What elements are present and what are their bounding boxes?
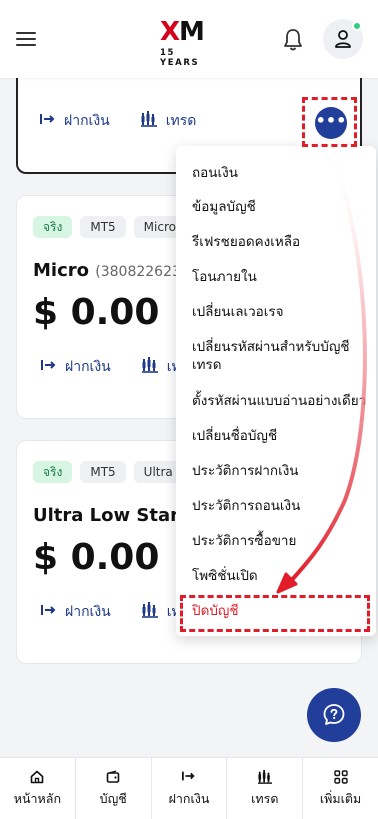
nav-home[interactable]: หน้าหลัก — [0, 758, 76, 819]
menu-item-trade-history[interactable]: ประวัติการซื้อขาย — [192, 532, 370, 550]
grid-icon — [303, 770, 378, 786]
deposit-icon — [152, 770, 227, 786]
top-header: XM 15 YEARS — [0, 0, 378, 78]
badge-platform: MT5 — [80, 216, 126, 238]
menu-item-refresh-balance[interactable]: รีเฟรชยอดคงเหลือ — [192, 233, 370, 251]
deposit-link[interactable]: ฝากเงิน — [41, 601, 111, 623]
chat-help-icon — [323, 704, 345, 725]
bottom-navigation: หน้าหลัก บัญชี ฝากเงิน เทรด เพิ่มเติม — [0, 757, 378, 819]
more-options-button[interactable]: ••• — [315, 107, 347, 139]
badge-platform: MT5 — [80, 461, 126, 483]
menu-item-rename-account[interactable]: เปลี่ยนชื่อบัญชี — [192, 427, 370, 445]
account-balance: $ 0.00 — [33, 537, 160, 578]
badge-real: จริง — [33, 216, 73, 238]
bell-icon[interactable] — [282, 28, 304, 52]
trade-link[interactable]: เทรด — [140, 110, 196, 132]
deposit-arrow-icon — [40, 113, 56, 129]
nav-accounts[interactable]: บัญชี — [76, 758, 152, 819]
nav-trade[interactable]: เทรด — [227, 758, 304, 819]
wallet-icon — [76, 770, 151, 786]
nav-more[interactable]: เพิ่มเติม — [303, 758, 378, 819]
xm-logo[interactable]: XM 15 YEARS — [160, 19, 218, 68]
menu-item-change-trading-password[interactable]: เปลี่ยนรหัสผ่านสำหรับบัญชีเทรด — [192, 338, 370, 374]
deposit-link[interactable]: ฝากเงิน — [41, 356, 111, 378]
account-options-menu: ถอนเงิน ข้อมูลบัญชี รีเฟรชยอดคงเหลือ โอน… — [176, 146, 376, 636]
candlestick-icon — [141, 602, 159, 622]
account-balance: $ 0.00 — [33, 292, 160, 333]
account-name: Micro (380822623) — [33, 260, 187, 281]
menu-item-internal-transfer[interactable]: โอนภายใน — [192, 268, 370, 286]
badge-real: จริง — [33, 461, 73, 483]
deposit-arrow-icon — [41, 359, 57, 375]
menu-item-close-account[interactable]: ปิดบัญชี — [192, 602, 370, 620]
candlestick-icon — [141, 357, 159, 377]
nav-deposit[interactable]: ฝากเงิน — [152, 758, 228, 819]
chart-icon — [227, 770, 302, 786]
candlestick-icon — [140, 111, 158, 131]
menu-item-deposit-history[interactable]: ประวัติการฝากเงิน — [192, 462, 370, 480]
menu-item-account-info[interactable]: ข้อมูลบัญชี — [192, 198, 370, 216]
hamburger-menu-icon[interactable] — [16, 30, 38, 48]
menu-item-open-positions[interactable]: โพซิชั่นเปิด — [192, 567, 370, 585]
deposit-arrow-icon — [41, 604, 57, 620]
account-number: (380822623) — [95, 264, 187, 280]
live-chat-button[interactable] — [307, 688, 361, 742]
user-icon — [335, 30, 351, 48]
menu-item-change-leverage[interactable]: เปลี่ยนเลเวอเรจ — [192, 303, 370, 321]
online-status-dot — [352, 21, 362, 31]
menu-item-withdraw-history[interactable]: ประวัติการถอนเงิน — [192, 497, 370, 515]
home-icon — [0, 770, 75, 786]
menu-item-set-readonly-password[interactable]: ตั้งรหัสผ่านแบบอ่านอย่างเดียว — [192, 392, 370, 410]
menu-item-withdraw[interactable]: ถอนเงิน — [192, 164, 370, 182]
deposit-link[interactable]: ฝากเงิน — [40, 110, 110, 132]
